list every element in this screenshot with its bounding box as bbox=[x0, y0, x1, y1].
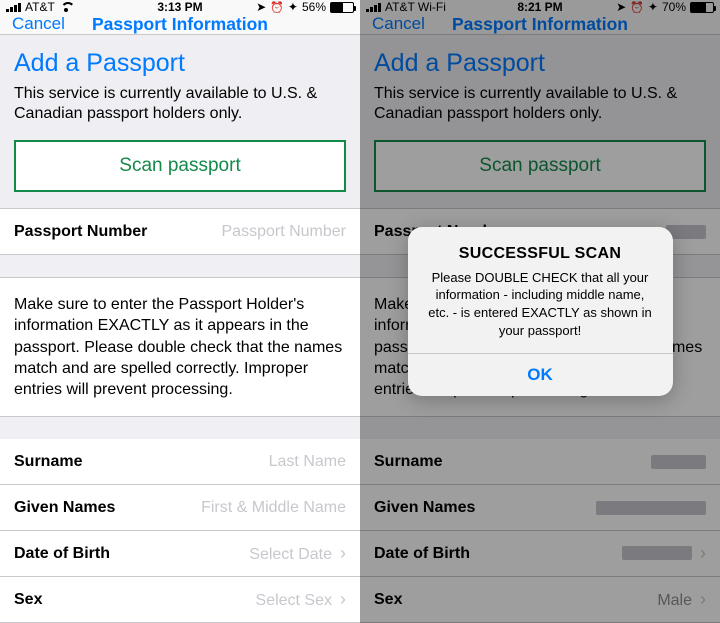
scan-passport-button[interactable]: Scan passport bbox=[14, 140, 346, 192]
status-bar: AT&T 3:13 PM ➤ ⏰ ✦ 56% bbox=[0, 0, 360, 14]
alert-title: SUCCESSFUL SCAN bbox=[424, 245, 657, 263]
cancel-button[interactable]: Cancel bbox=[0, 14, 77, 34]
page-subtitle: This service is currently available to U… bbox=[14, 84, 346, 124]
instruction-text: Make sure to enter the Passport Holder's… bbox=[0, 277, 360, 417]
signal-icon bbox=[6, 2, 21, 12]
given-names-label: Given Names bbox=[14, 499, 115, 517]
right-screenshot: AT&T Wi-Fi 8:21 PM ➤ ⏰ ✦ 70% Cancel Pass… bbox=[360, 0, 720, 623]
alarm-icon: ⏰ bbox=[270, 1, 284, 14]
surname-row[interactable]: Surname Last Name bbox=[0, 439, 360, 485]
carrier-label: AT&T bbox=[25, 0, 55, 14]
passport-number-row[interactable]: Passport Number Passport Number bbox=[0, 209, 360, 255]
surname-placeholder: Last Name bbox=[269, 453, 346, 471]
chevron-right-icon: › bbox=[340, 543, 346, 563]
location-icon: ➤ bbox=[256, 0, 266, 14]
passport-number-label: Passport Number bbox=[14, 223, 147, 241]
header-block: Add a Passport This service is currently… bbox=[0, 35, 360, 209]
nav-bar: Cancel Passport Information bbox=[0, 14, 360, 35]
dob-label: Date of Birth bbox=[14, 545, 110, 563]
holder-fields-section: Surname Last Name Given Names First & Mi… bbox=[0, 439, 360, 623]
alert-dialog: SUCCESSFUL SCAN Please DOUBLE CHECK that… bbox=[408, 227, 673, 396]
given-names-row[interactable]: Given Names First & Middle Name bbox=[0, 485, 360, 531]
sex-label: Sex bbox=[14, 591, 42, 609]
passport-number-placeholder: Passport Number bbox=[222, 223, 347, 241]
modal-overlay: SUCCESSFUL SCAN Please DOUBLE CHECK that… bbox=[360, 0, 720, 623]
dob-row[interactable]: Date of Birth Select Date › bbox=[0, 531, 360, 577]
sex-value: Select Sex bbox=[256, 592, 332, 609]
alert-ok-button[interactable]: OK bbox=[408, 354, 673, 396]
surname-label: Surname bbox=[14, 453, 82, 471]
page-title: Add a Passport bbox=[14, 49, 346, 78]
sex-row[interactable]: Sex Select Sex › bbox=[0, 577, 360, 623]
dob-value: Select Date bbox=[249, 546, 332, 563]
given-names-placeholder: First & Middle Name bbox=[201, 499, 346, 517]
chevron-right-icon: › bbox=[340, 589, 346, 609]
passport-number-section: Passport Number Passport Number bbox=[0, 209, 360, 255]
alert-message: Please DOUBLE CHECK that all your inform… bbox=[424, 269, 657, 339]
left-screenshot: AT&T 3:13 PM ➤ ⏰ ✦ 56% Cancel Passport I… bbox=[0, 0, 360, 623]
bluetooth-icon: ✦ bbox=[288, 0, 298, 14]
battery-icon bbox=[330, 2, 354, 13]
battery-pct: 56% bbox=[302, 0, 326, 14]
wifi-icon bbox=[59, 2, 73, 12]
